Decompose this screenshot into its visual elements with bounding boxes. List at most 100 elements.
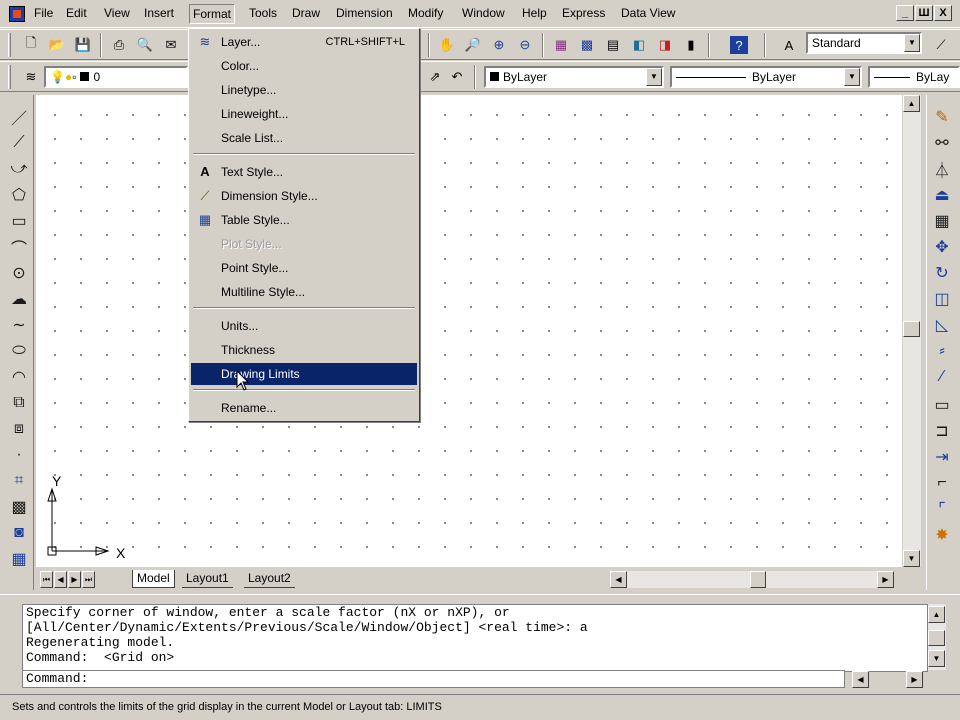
chevron-down-icon[interactable]: ▼ bbox=[904, 34, 920, 52]
join-icon[interactable]: ⇥ bbox=[929, 445, 955, 469]
copy-icon[interactable]: ⚯ bbox=[929, 131, 955, 155]
zoom-previous-icon[interactable]: ⊖ bbox=[514, 34, 536, 56]
menu-insert[interactable]: Insert bbox=[144, 6, 174, 20]
menu-item-drawing-limits[interactable]: Drawing Limits bbox=[191, 363, 417, 385]
offset-icon[interactable]: ⏏ bbox=[929, 183, 955, 207]
fillet-icon[interactable]: ⌜ bbox=[929, 497, 955, 521]
prev-tab-icon[interactable]: ◀ bbox=[54, 571, 67, 588]
scroll-right-icon[interactable]: ▶ bbox=[877, 571, 894, 588]
menu-item-dimension-style[interactable]: ⟋ Dimension Style... bbox=[191, 185, 417, 207]
tab-layout1[interactable]: Layout1 bbox=[182, 570, 233, 588]
revision-cloud-icon[interactable]: ☁ bbox=[6, 287, 32, 311]
menu-data-view[interactable]: Data View bbox=[621, 6, 675, 20]
menu-item-color[interactable]: Color... bbox=[191, 55, 417, 77]
zoom-realtime-icon[interactable]: 🔎 bbox=[462, 34, 484, 56]
properties-icon[interactable]: ▦ bbox=[550, 34, 572, 56]
app-icon[interactable] bbox=[9, 6, 25, 22]
gradient-icon[interactable]: ▩ bbox=[6, 495, 32, 519]
scroll-down-icon[interactable]: ▼ bbox=[903, 550, 920, 567]
insert-block-icon[interactable]: ⧉ bbox=[6, 391, 32, 415]
menu-format[interactable]: Format bbox=[189, 4, 236, 24]
point-icon[interactable]: · bbox=[6, 443, 32, 467]
scroll-thumb[interactable] bbox=[903, 321, 920, 337]
menu-draw[interactable]: Draw bbox=[292, 6, 320, 20]
dimension-style-icon[interactable]: ⟋ bbox=[930, 34, 952, 56]
extend-icon[interactable]: ⁄ bbox=[929, 365, 955, 389]
layer-previous-icon[interactable]: ↶ bbox=[446, 66, 468, 88]
menu-item-lineweight[interactable]: Lineweight... bbox=[191, 103, 417, 125]
table-icon[interactable]: ▦ bbox=[6, 547, 32, 571]
rotate-icon[interactable]: ↻ bbox=[929, 261, 955, 285]
chevron-down-icon[interactable]: ▼ bbox=[844, 68, 860, 86]
menu-tools[interactable]: Tools bbox=[249, 6, 277, 20]
next-tab-icon[interactable]: ▶ bbox=[68, 571, 81, 588]
color-combo[interactable]: ByLayer ▼ bbox=[484, 66, 664, 88]
linetype-combo[interactable]: ByLayer ▼ bbox=[670, 66, 862, 88]
new-icon[interactable]: 🗋 bbox=[20, 34, 42, 56]
save-icon[interactable]: 💾 bbox=[72, 34, 94, 56]
menu-item-thickness[interactable]: Thickness bbox=[191, 339, 417, 361]
break-at-point-icon[interactable]: ▭ bbox=[929, 393, 955, 417]
design-center-icon[interactable]: ▩ bbox=[576, 34, 598, 56]
zoom-window-icon[interactable]: ⊕ bbox=[488, 34, 510, 56]
scroll-up-icon[interactable]: ▲ bbox=[928, 606, 945, 623]
minimize-button[interactable]: _ bbox=[896, 5, 914, 21]
preview-icon[interactable]: 🔍 bbox=[134, 34, 156, 56]
first-tab-icon[interactable]: ⏮ bbox=[40, 571, 53, 588]
sheet-set-icon[interactable]: ◧ bbox=[628, 34, 650, 56]
menu-express[interactable]: Express bbox=[562, 6, 605, 20]
arc-icon[interactable]: ⌒ bbox=[6, 235, 32, 259]
text-style-icon[interactable]: A bbox=[778, 34, 800, 56]
explode-icon[interactable]: ✸ bbox=[929, 523, 955, 547]
erase-icon[interactable]: ✎ bbox=[929, 105, 955, 129]
region-icon[interactable]: ◙ bbox=[6, 521, 32, 545]
layer-manager-icon[interactable]: ≋ bbox=[20, 66, 42, 88]
menu-item-multiline-style[interactable]: Multiline Style... bbox=[191, 281, 417, 303]
move-icon[interactable]: ✥ bbox=[929, 235, 955, 259]
scale-icon[interactable]: ◫ bbox=[929, 287, 955, 311]
polyline-icon[interactable]: ⤻ bbox=[6, 157, 32, 181]
markup-icon[interactable]: ◨ bbox=[654, 34, 676, 56]
tab-layout2[interactable]: Layout2 bbox=[244, 570, 295, 588]
text-style-combo[interactable]: Standard ▼ bbox=[806, 32, 922, 54]
menu-window[interactable]: Window bbox=[462, 6, 505, 20]
menu-modify[interactable]: Modify bbox=[408, 6, 443, 20]
scroll-down-icon[interactable]: ▼ bbox=[928, 650, 945, 667]
scroll-up-icon[interactable]: ▲ bbox=[903, 95, 920, 112]
trim-icon[interactable]: ⸗ bbox=[929, 339, 955, 363]
menu-item-table-style[interactable]: ▦ Table Style... bbox=[191, 209, 417, 231]
command-scrollbar[interactable]: ▲ ▼ bbox=[928, 604, 946, 670]
plot-icon[interactable]: ⎙ bbox=[108, 34, 130, 56]
chamfer-icon[interactable]: ⌐ bbox=[929, 471, 955, 495]
menu-item-point-style[interactable]: Point Style... bbox=[191, 257, 417, 279]
menu-edit[interactable]: Edit bbox=[66, 6, 87, 20]
command-input[interactable]: Command: bbox=[22, 670, 845, 688]
horizontal-scrollbar[interactable]: ◀ ▶ bbox=[610, 571, 894, 588]
mirror-icon[interactable]: ⏃ bbox=[929, 157, 955, 181]
menu-item-text-style[interactable]: A Text Style... bbox=[191, 161, 417, 183]
make-block-icon[interactable]: ⧈ bbox=[6, 417, 32, 441]
menu-item-scale-list[interactable]: Scale List... bbox=[191, 127, 417, 149]
menu-dimension[interactable]: Dimension bbox=[336, 6, 393, 20]
lineweight-combo[interactable]: ByLay bbox=[868, 66, 960, 88]
scroll-right-icon[interactable]: ▶ bbox=[906, 671, 923, 688]
hscroll-thumb[interactable] bbox=[750, 571, 766, 588]
construction-line-icon[interactable]: ⟋ bbox=[6, 131, 32, 155]
close-button[interactable]: X bbox=[934, 5, 952, 21]
vertical-scrollbar[interactable]: ▲ ▼ bbox=[903, 95, 921, 567]
calculator-icon[interactable]: ▮ bbox=[680, 34, 702, 56]
menu-help[interactable]: Help bbox=[522, 6, 547, 20]
spline-icon[interactable]: ∼ bbox=[6, 313, 32, 337]
rectangle-icon[interactable]: ▭ bbox=[6, 209, 32, 233]
open-icon[interactable]: 📂 bbox=[46, 34, 68, 56]
restore-button[interactable]: Ш bbox=[915, 5, 933, 21]
make-current-icon[interactable]: ⇗ bbox=[424, 66, 446, 88]
menu-item-layer[interactable]: ≋ Layer... CTRL+SHIFT+L bbox=[191, 31, 417, 53]
line-icon[interactable]: ／ bbox=[6, 105, 32, 129]
drawing-area[interactable]: Y X bbox=[36, 95, 902, 567]
stretch-icon[interactable]: ◺ bbox=[929, 313, 955, 337]
array-icon[interactable]: ▦ bbox=[929, 209, 955, 233]
menu-item-rename[interactable]: Rename... bbox=[191, 397, 417, 419]
layer-combo[interactable]: 💡●▫ 0 bbox=[44, 66, 188, 88]
break-icon[interactable]: ⊐ bbox=[929, 419, 955, 443]
